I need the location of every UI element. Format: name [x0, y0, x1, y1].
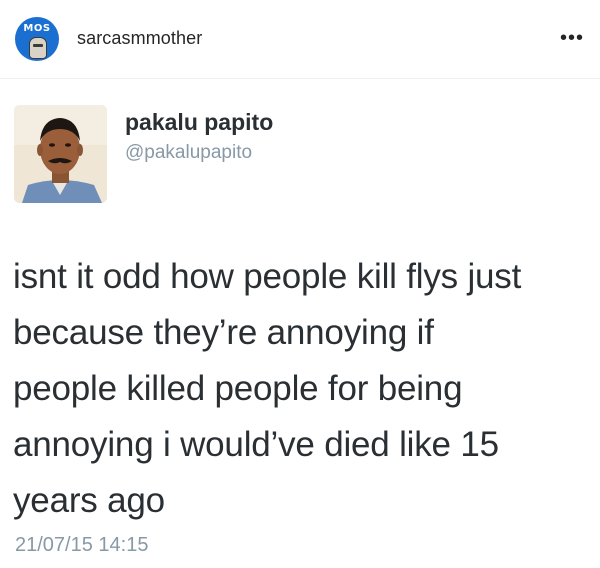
tweet-text: isnt it odd how people kill flys just be…: [13, 249, 593, 529]
tweet-text-line: people killed people for being: [13, 369, 463, 408]
account-username[interactable]: sarcasmmother: [77, 28, 202, 49]
tweet-text-line: because they’re annoying if: [13, 313, 434, 352]
avatar-face-icon: [29, 37, 47, 59]
profile-photo-image: [14, 105, 107, 203]
tweet-text-line: annoying i would’ve died like 15: [13, 425, 499, 464]
tweet-timestamp[interactable]: 21/07/15 14:15: [15, 534, 148, 557]
instagram-post-header: MOS sarcasmmother •••: [0, 0, 600, 79]
tweet-text-line: isnt it odd how people kill flys just: [13, 257, 522, 296]
profile-photo[interactable]: [14, 105, 107, 203]
tweet-text-line: years ago: [13, 481, 165, 520]
tweet-card: pakalu papito @pakalupapito isnt it odd …: [0, 79, 600, 568]
avatar-logo-text: MOS: [23, 23, 51, 34]
more-options-icon[interactable]: •••: [560, 28, 584, 48]
tweet-display-name[interactable]: pakalu papito: [125, 109, 273, 136]
account-avatar[interactable]: MOS: [15, 17, 59, 61]
tweet-handle[interactable]: @pakalupapito: [125, 142, 252, 164]
